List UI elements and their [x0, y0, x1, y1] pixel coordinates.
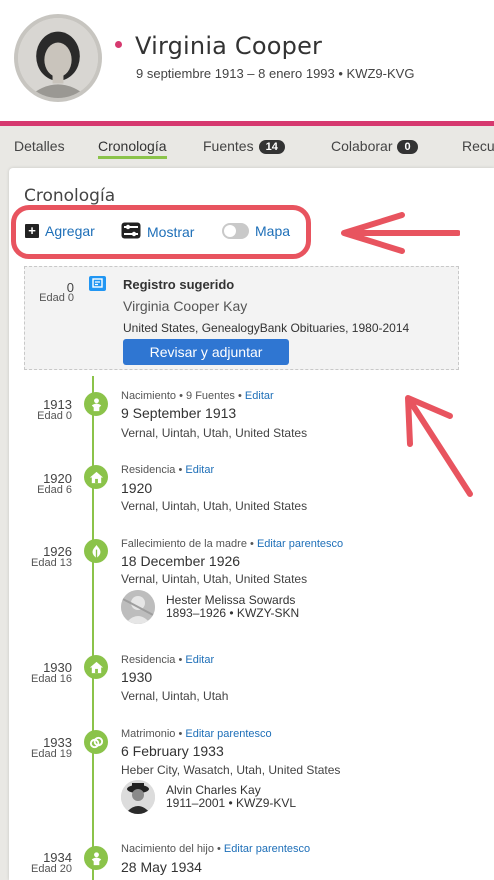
event-age: Edad 16: [31, 673, 72, 685]
person-header: Virginia Cooper 9 septiembre 1913 – 8 en…: [0, 0, 494, 122]
event-type: Nacimiento del hijo: [121, 843, 214, 855]
tab-label: Colaborar: [331, 138, 393, 154]
edit-relationship-link[interactable]: Editar parentesco: [185, 728, 271, 740]
event-header: Matrimonio • Editar parentesco: [121, 728, 272, 740]
tab-timeline[interactable]: Cronología: [98, 138, 167, 159]
tab-details[interactable]: Detalles: [14, 138, 65, 154]
event-place: Vernal, Uintah, Utah, United States: [121, 426, 308, 440]
event-date: 1930: [121, 669, 153, 685]
event-place: Heber City, Wasatch, Utah, United States: [121, 763, 341, 777]
relative-meta: 1911–2001 • KWZ9-KVL: [166, 796, 297, 810]
event-date: 1920: [121, 480, 153, 496]
timeline-line: [92, 376, 94, 880]
tab-memories[interactable]: Recu: [462, 138, 494, 154]
death-icon: [84, 539, 108, 563]
event-place: Vernal, Uintah, Utah, United States: [121, 572, 308, 586]
residence-icon: [84, 465, 108, 489]
event-age: Edad 20: [31, 863, 72, 875]
suggested-record-name: Virginia Cooper Kay: [123, 298, 248, 314]
relative-avatar[interactable]: [121, 780, 155, 814]
event-header: Residencia • Editar: [121, 654, 214, 666]
review-attach-button[interactable]: Revisar y adjuntar: [123, 339, 289, 365]
residence-icon: [84, 655, 108, 679]
event-type: Nacimiento: [121, 390, 177, 402]
highlight-outline: [11, 205, 311, 259]
event-place: Vernal, Uintah, Utah, United States: [121, 499, 308, 513]
relative-meta: 1893–1926 • KWZY-SKN: [166, 606, 300, 620]
suggested-record-title: Registro sugerido: [123, 277, 235, 292]
event-type: Residencia: [121, 464, 176, 476]
tab-collaborate[interactable]: Colaborar 0: [331, 138, 418, 154]
event-type: Residencia: [121, 654, 176, 666]
edit-link[interactable]: Editar: [185, 654, 214, 666]
timeline-title: Cronología: [24, 186, 116, 206]
edit-link[interactable]: Editar: [185, 464, 214, 476]
separator: •: [179, 390, 187, 402]
event-date: 18 December 1926: [121, 553, 241, 569]
collaborate-count-badge: 0: [397, 140, 418, 154]
event-place: Vernal, Uintah, Utah: [121, 689, 229, 703]
edit-relationship-link[interactable]: Editar parentesco: [257, 538, 343, 550]
tab-label: Cronología: [98, 138, 167, 154]
event-age: Edad 0: [37, 410, 72, 422]
separator: •: [217, 843, 224, 855]
event-type: Matrimonio: [121, 728, 176, 740]
tab-bar: Detalles Cronología Fuentes 14 Colaborar 0…: [0, 126, 494, 166]
relative-name[interactable]: Hester Melissa Sowards: [166, 593, 295, 607]
edit-relationship-link[interactable]: Editar parentesco: [224, 843, 310, 855]
event-date: 6 February 1933: [121, 743, 224, 759]
event-age: Edad 6: [37, 484, 72, 496]
event-header: Nacimiento • 9 Fuentes • Editar: [121, 390, 274, 402]
tab-sources[interactable]: Fuentes 14: [203, 138, 285, 154]
marriage-icon: [84, 730, 108, 754]
gender-female-icon: [115, 41, 122, 48]
record-hint-icon: [89, 276, 106, 291]
event-date: 9 September 1913: [121, 405, 237, 421]
relative-avatar[interactable]: [121, 590, 155, 624]
event-sources[interactable]: 9 Fuentes: [186, 390, 235, 402]
edit-link[interactable]: Editar: [245, 390, 274, 402]
tab-label: Fuentes: [203, 138, 254, 154]
suggested-record-collection: United States, GenealogyBank Obituaries,…: [123, 321, 410, 335]
tab-label: Detalles: [14, 138, 65, 154]
event-header: Fallecimiento de la madre • Editar paren…: [121, 538, 343, 550]
avatar[interactable]: [14, 14, 102, 102]
person-name: Virginia Cooper: [135, 32, 323, 60]
event-age: Edad 19: [31, 748, 72, 760]
event-date: 28 May 1934: [121, 859, 202, 875]
person-lifespan-id: 9 septiembre 1913 – 8 enero 1993 • KWZ9-…: [136, 66, 415, 81]
birth-icon: [84, 846, 108, 870]
tab-label: Recu: [462, 138, 494, 154]
suggested-age: Edad 0: [39, 292, 74, 304]
portrait-photo: [18, 18, 98, 98]
event-type: Fallecimiento de la madre: [121, 538, 247, 550]
event-header: Residencia • Editar: [121, 464, 214, 476]
sources-count-badge: 14: [258, 140, 285, 154]
separator: •: [238, 390, 245, 402]
birth-icon: [84, 392, 108, 416]
event-age: Edad 13: [31, 557, 72, 569]
separator: •: [250, 538, 257, 550]
relative-name[interactable]: Alvin Charles Kay: [166, 783, 261, 797]
event-header: Nacimiento del hijo • Editar parentesco: [121, 843, 310, 855]
